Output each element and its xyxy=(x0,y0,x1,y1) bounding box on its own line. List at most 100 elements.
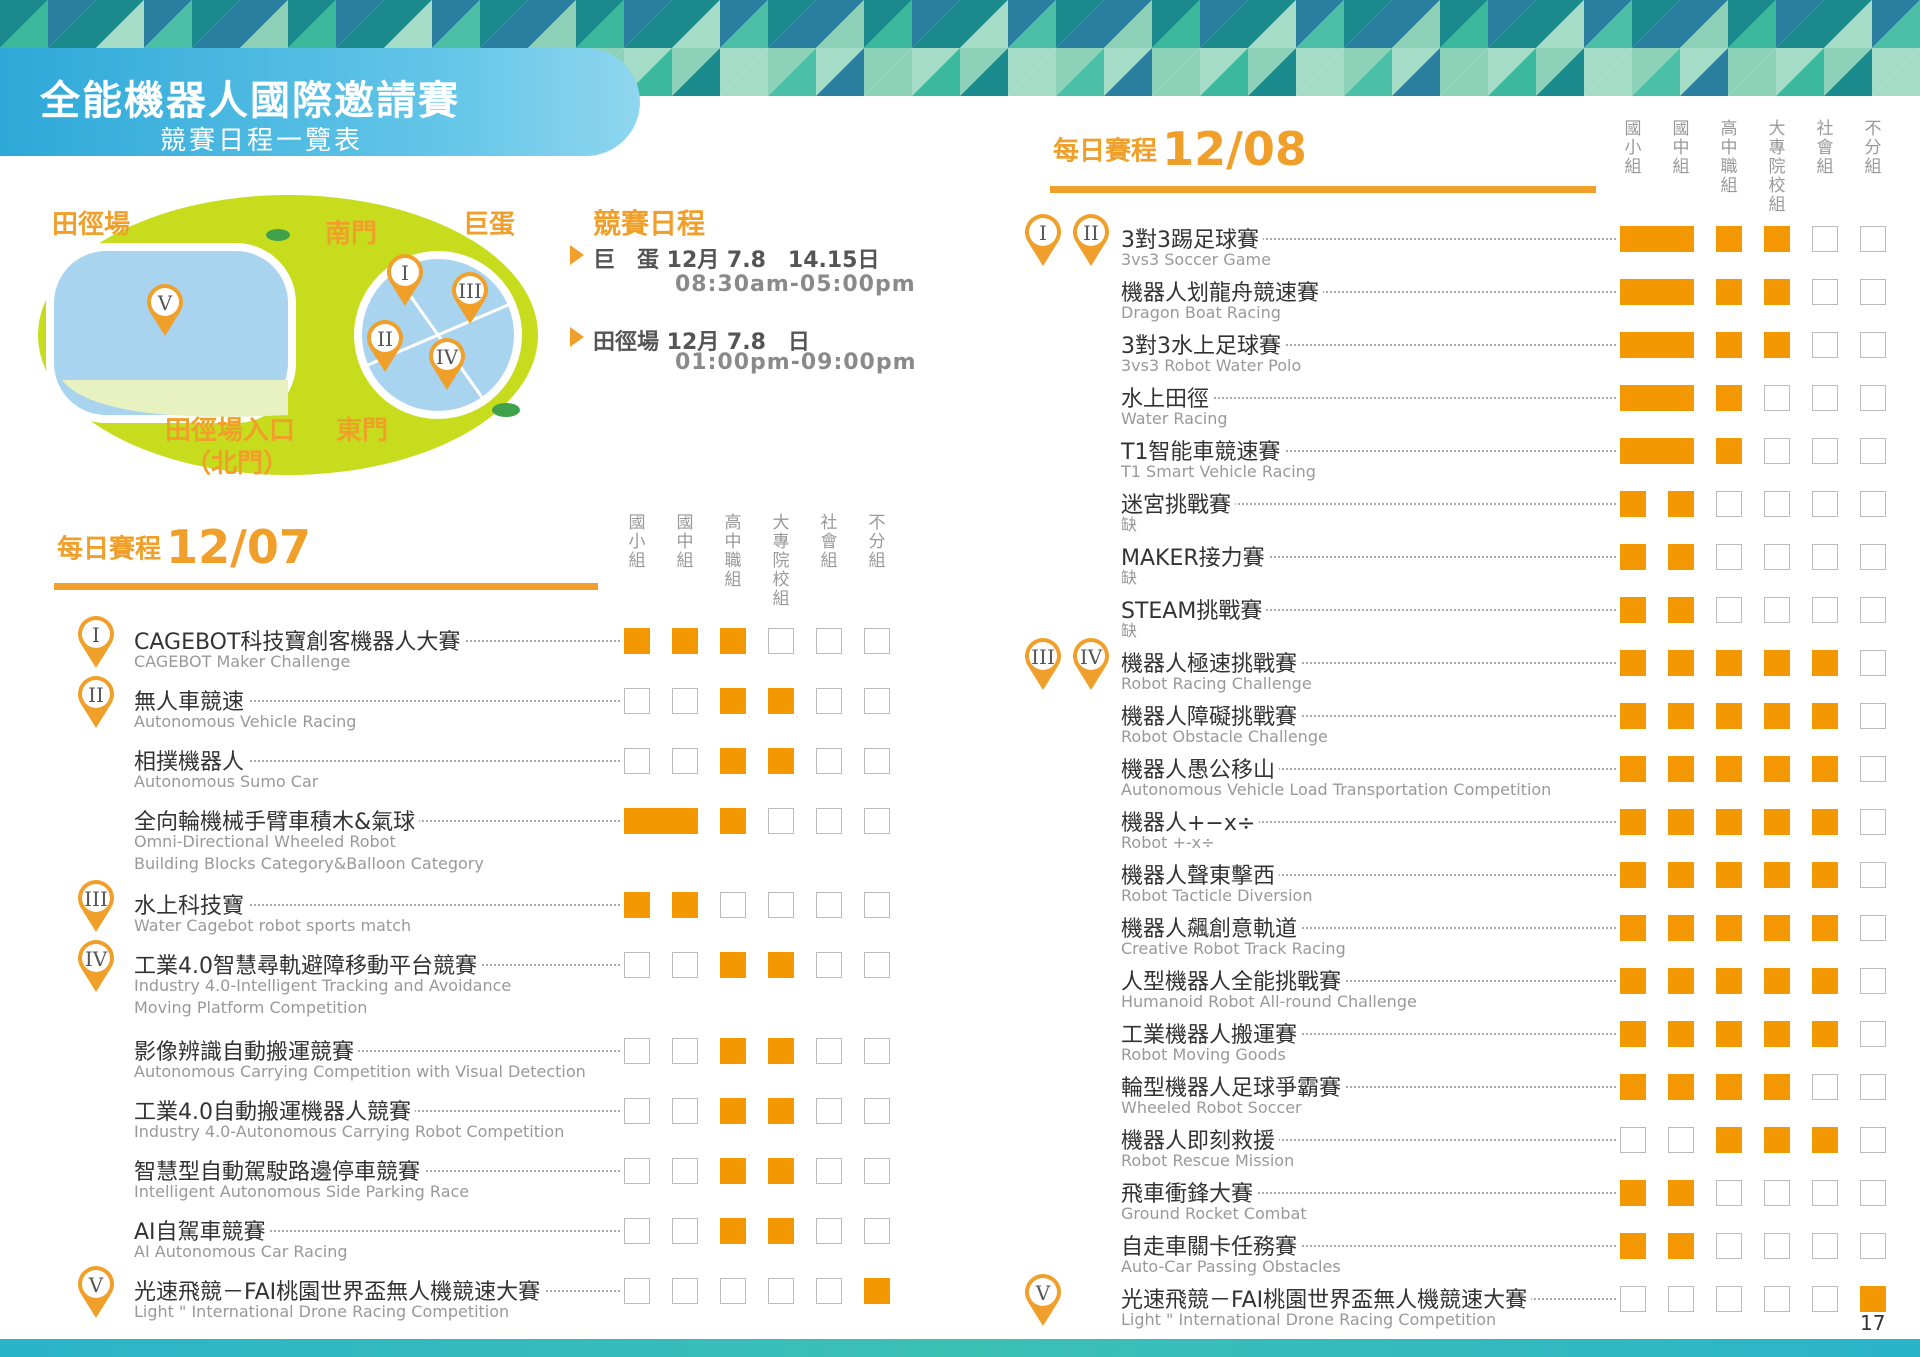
empty-cell xyxy=(1620,1286,1646,1312)
brochure-page: 全能機器人國際邀請賽 競賽日程一覽表 田徑場 南門 巨蛋 田徑場入口 （北門） … xyxy=(0,0,1920,1357)
marked-cell xyxy=(1620,915,1646,941)
event-english-name: Light " International Drone Racing Compe… xyxy=(1121,1310,1497,1329)
empty-cell xyxy=(1716,491,1742,517)
marked-cell xyxy=(1764,862,1790,888)
marked-cell xyxy=(1812,809,1838,835)
marked-cell xyxy=(1764,968,1790,994)
event-english-name: 3vs3 Soccer Game xyxy=(1121,250,1271,269)
zone-number: II xyxy=(377,327,393,351)
marked-cell xyxy=(1668,650,1694,676)
zone-number: II xyxy=(88,683,104,707)
marked-cell xyxy=(768,1038,794,1064)
empty-cell xyxy=(816,1158,842,1184)
zone-pin: V xyxy=(76,1264,116,1320)
day2-col-header: 社會組 xyxy=(1816,119,1834,177)
event-english-name: Robot +-x÷ xyxy=(1121,833,1215,852)
empty-cell xyxy=(1764,1180,1790,1206)
empty-cell xyxy=(624,748,650,774)
empty-cell xyxy=(672,688,698,714)
empty-cell xyxy=(816,892,842,918)
empty-cell xyxy=(1668,1286,1694,1312)
empty-cell xyxy=(672,1218,698,1244)
marked-cell xyxy=(1668,1074,1694,1100)
empty-cell xyxy=(624,1098,650,1124)
empty-cell xyxy=(1716,544,1742,570)
empty-cell xyxy=(672,952,698,978)
empty-cell xyxy=(1860,862,1886,888)
marked-cell xyxy=(1668,491,1694,517)
empty-cell xyxy=(864,1218,890,1244)
empty-cell xyxy=(1812,279,1838,305)
marked-cell xyxy=(768,1218,794,1244)
marked-cell xyxy=(1716,1021,1742,1047)
day1-col-header: 不分組 xyxy=(868,513,886,571)
event-english-name: Industry 4.0-Intelligent Tracking and Av… xyxy=(134,976,512,995)
empty-cell xyxy=(864,808,890,834)
empty-cell xyxy=(1812,597,1838,623)
map-label-east-gate: 東門 xyxy=(336,416,389,446)
marked-cell xyxy=(1620,703,1646,729)
marked-cell xyxy=(1620,491,1646,517)
event-name: MAKER接力賽 xyxy=(1121,540,1269,572)
empty-cell xyxy=(864,628,890,654)
empty-cell xyxy=(864,1038,890,1064)
marked-cell xyxy=(1764,703,1790,729)
empty-cell xyxy=(864,1158,890,1184)
marked-cell xyxy=(1716,862,1742,888)
marked-cell-wide xyxy=(624,808,698,834)
day1-date: 12/07 xyxy=(166,520,311,574)
empty-cell xyxy=(816,628,842,654)
event-english-name: 缺 xyxy=(1121,621,1138,640)
empty-cell xyxy=(816,808,842,834)
empty-cell xyxy=(1764,385,1790,411)
empty-cell xyxy=(1860,491,1886,517)
marked-cell xyxy=(1764,279,1790,305)
marked-cell xyxy=(1620,650,1646,676)
empty-cell xyxy=(768,628,794,654)
marked-cell xyxy=(1620,809,1646,835)
zone-number: III xyxy=(1031,645,1055,669)
map-label-entrance: 田徑場入口 xyxy=(165,416,296,446)
marked-cell xyxy=(1668,544,1694,570)
marked-cell xyxy=(1716,703,1742,729)
zone-number: V xyxy=(88,1273,104,1297)
marked-cell xyxy=(1620,968,1646,994)
empty-cell xyxy=(624,952,650,978)
empty-cell xyxy=(1668,1127,1694,1153)
empty-cell xyxy=(672,1038,698,1064)
empty-cell xyxy=(1860,1180,1886,1206)
event-english-name: Creative Robot Track Racing xyxy=(1121,939,1346,958)
empty-cell xyxy=(864,748,890,774)
marked-cell xyxy=(1812,915,1838,941)
empty-cell xyxy=(1764,491,1790,517)
day2-col-header: 大專院校組 xyxy=(1768,119,1786,215)
zone-pin: I xyxy=(76,614,116,670)
event-english-name: Autonomous Sumo Car xyxy=(134,772,319,791)
empty-cell xyxy=(1812,544,1838,570)
event-english-name: Omni-Directional Wheeled Robot xyxy=(134,832,396,851)
marked-cell xyxy=(1716,915,1742,941)
empty-cell xyxy=(816,688,842,714)
empty-cell xyxy=(1812,1233,1838,1259)
empty-cell xyxy=(1860,809,1886,835)
empty-cell xyxy=(1764,438,1790,464)
day2-header: 每日賽程 12/08 xyxy=(1053,122,1307,176)
marked-cell xyxy=(768,952,794,978)
empty-cell xyxy=(768,808,794,834)
event-english-name: Autonomous Vehicle Load Transportation C… xyxy=(1121,780,1552,799)
marked-cell xyxy=(1668,809,1694,835)
event-english-name: Dragon Boat Racing xyxy=(1121,303,1281,322)
zone-number: III xyxy=(458,279,482,303)
empty-cell xyxy=(624,1278,650,1304)
empty-cell xyxy=(816,1038,842,1064)
marked-cell xyxy=(768,1098,794,1124)
empty-cell xyxy=(816,952,842,978)
empty-cell xyxy=(1812,491,1838,517)
empty-cell xyxy=(1860,703,1886,729)
day1-header: 每日賽程 12/07 xyxy=(57,520,311,574)
event-english-name: Robot Obstacle Challenge xyxy=(1121,727,1328,746)
empty-cell xyxy=(624,1218,650,1244)
play-arrow-icon xyxy=(570,327,584,347)
marked-cell xyxy=(720,952,746,978)
event-english-name: Moving Platform Competition xyxy=(134,998,368,1017)
